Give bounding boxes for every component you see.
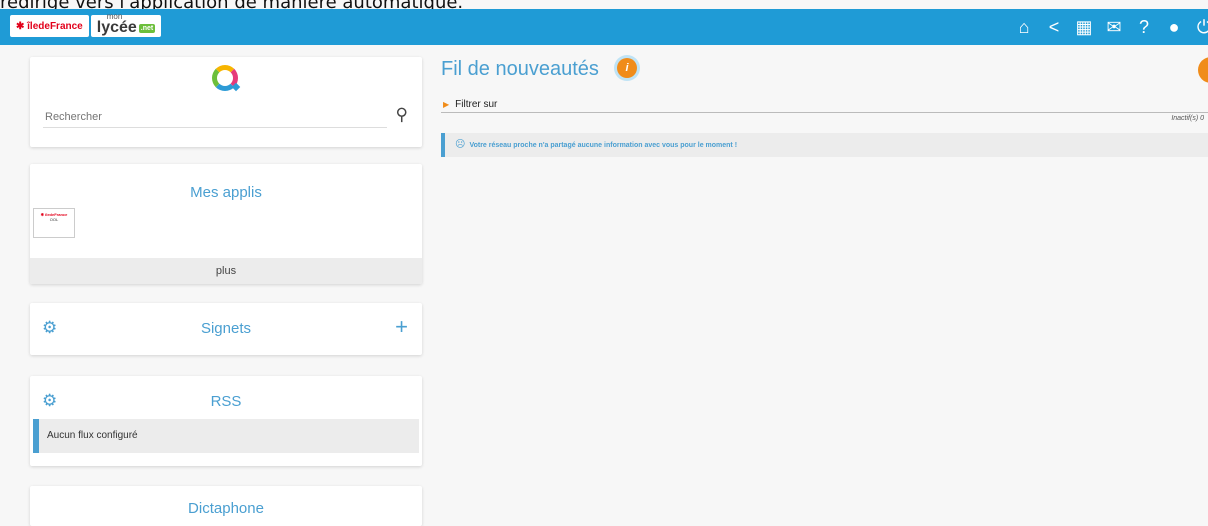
app-tile[interactable]: ✱ îledeFrance OOL xyxy=(33,208,75,238)
power-icon[interactable]: ⏻ xyxy=(1194,15,1208,39)
signets-card: ⚙ Signets + xyxy=(30,303,422,355)
logos[interactable]: ✱ îledeFrance mon lycée .net xyxy=(10,12,162,37)
feed-notice: ☹ Votre réseau proche n'a partagé aucune … xyxy=(441,133,1208,157)
filter-toggle[interactable]: ▶ Filtrer sur xyxy=(443,99,497,110)
logo-mon-text: mon xyxy=(106,12,123,21)
signets-gear-icon[interactable]: ⚙ xyxy=(42,318,57,338)
add-signet-button[interactable]: + xyxy=(395,316,408,338)
inactive-count: Inactif(s) 0 xyxy=(1171,115,1204,122)
filter-divider xyxy=(441,112,1208,113)
logo-net-badge: .net xyxy=(138,24,156,33)
home-icon[interactable]: ⌂ xyxy=(1014,15,1034,39)
top-bar: ✱ îledeFrance mon lycée .net ⌂ < ▦ ✉ ? ●… xyxy=(0,9,1208,45)
apps-title: Mes applis xyxy=(190,184,262,201)
apps-more-button[interactable]: plus xyxy=(30,258,422,284)
search-card: ⚲ xyxy=(30,57,422,147)
apps-grid-icon[interactable]: ▦ xyxy=(1074,15,1094,39)
monlycee-logo[interactable]: mon lycée .net xyxy=(90,12,162,37)
rss-empty-message: Aucun flux configuré xyxy=(33,419,419,453)
feed-title: Fil de nouveautés xyxy=(441,58,599,80)
rss-gear-icon[interactable]: ⚙ xyxy=(42,391,57,411)
caret-right-icon: ▶ xyxy=(443,100,450,109)
sad-face-icon: ☹ xyxy=(455,139,466,150)
filter-label: Filtrer sur xyxy=(455,99,498,110)
signets-title: Signets xyxy=(200,320,252,337)
rss-title: RSS xyxy=(210,393,242,410)
search-logo-tail xyxy=(231,82,241,92)
info-icon[interactable]: i xyxy=(617,58,637,78)
apps-card: Mes applis ✱ îledeFrance OOL plus xyxy=(30,164,422,284)
user-icon[interactable]: ● xyxy=(1164,15,1184,39)
dictaphone-card: Dictaphone xyxy=(30,486,422,526)
dictaphone-title: Dictaphone xyxy=(188,500,264,517)
mail-icon[interactable]: ✉ xyxy=(1104,15,1124,39)
region-logo[interactable]: ✱ îledeFrance xyxy=(10,15,89,37)
action-button[interactable] xyxy=(1198,57,1208,83)
search-input[interactable] xyxy=(43,107,387,128)
app-tile-label: OOL xyxy=(49,217,59,222)
top-icons: ⌂ < ▦ ✉ ? ● ⏻ xyxy=(1014,15,1208,39)
share-icon[interactable]: < xyxy=(1044,15,1064,39)
search-icon[interactable]: ⚲ xyxy=(396,105,408,125)
notice-text: Votre réseau proche n'a partagé aucune i… xyxy=(469,142,738,149)
logo-lycee-text: lycée xyxy=(96,19,137,36)
rss-card: ⚙ RSS Aucun flux configuré xyxy=(30,376,422,466)
help-icon[interactable]: ? xyxy=(1134,15,1154,39)
